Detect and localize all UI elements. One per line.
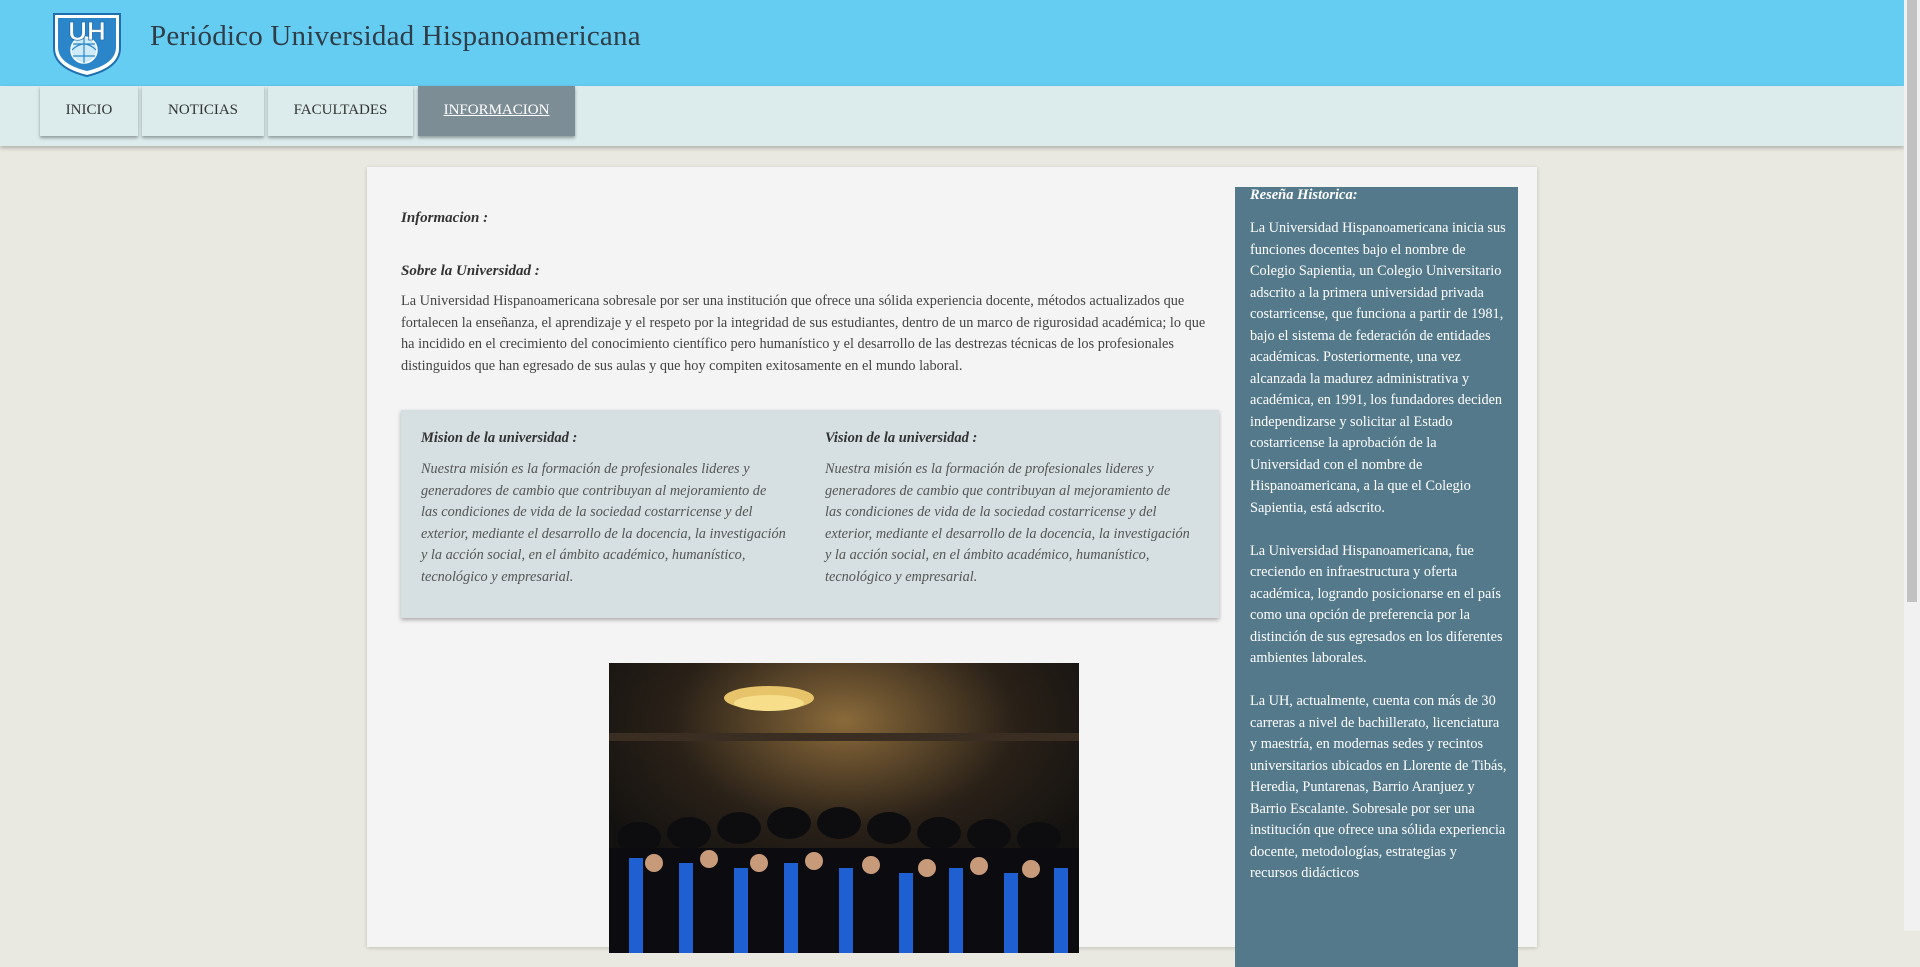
scrollbar-thumb[interactable] — [1907, 0, 1917, 602]
main-nav: INICIO NOTICIAS FACULTADES INFORMACION — [0, 86, 1904, 146]
svg-text:UH: UH — [68, 16, 106, 46]
mission-vision-box: Mision de la universidad : Nuestra misió… — [401, 410, 1219, 618]
history-title: Reseña Historica: — [1250, 187, 1358, 203]
mission-column: Mision de la universidad : Nuestra misió… — [421, 430, 786, 588]
vision-heading: Vision de la universidad : — [825, 430, 978, 446]
vision-text: Nuestra misión es la formación de profes… — [825, 461, 1190, 585]
site-title: Periódico Universidad Hispanoamericana — [150, 20, 641, 52]
nav-noticias[interactable]: NOTICIAS — [142, 86, 264, 136]
page-scrollbar[interactable] — [1904, 0, 1920, 931]
mission-text: Nuestra misión es la formación de profes… — [421, 461, 786, 585]
university-logo[interactable]: UH — [48, 8, 126, 78]
mission-heading: Mision de la universidad : — [421, 430, 578, 446]
vision-column: Vision de la universidad : Nuestra misió… — [825, 430, 1190, 588]
site-header: UH Periódico Universidad Hispanoamerican… — [0, 0, 1904, 86]
history-paragraph: La Universidad Hispanoamericana inicia s… — [1250, 220, 1506, 516]
nav-informacion[interactable]: INFORMACION — [418, 86, 575, 136]
content-card: Informacion : Sobre la Universidad : La … — [367, 167, 1537, 967]
graduation-photo — [609, 663, 1079, 953]
history-paragraph: La UH, actualmente, cuenta con más de 30… — [1250, 693, 1507, 881]
nav-facultades[interactable]: FACULTADES — [268, 86, 413, 136]
history-text: La Universidad Hispanoamericana inicia s… — [1250, 218, 1508, 906]
nav-inicio[interactable]: INICIO — [40, 86, 138, 136]
info-heading: Informacion : — [401, 210, 489, 226]
about-text: La Universidad Hispanoamericana sobresal… — [401, 293, 1206, 374]
about-heading: Sobre la Universidad : — [401, 263, 540, 279]
history-paragraph: La Universidad Hispanoamericana, fue cre… — [1250, 542, 1503, 667]
history-sidebar: Reseña Historica: La Universidad Hispano… — [1235, 187, 1518, 967]
